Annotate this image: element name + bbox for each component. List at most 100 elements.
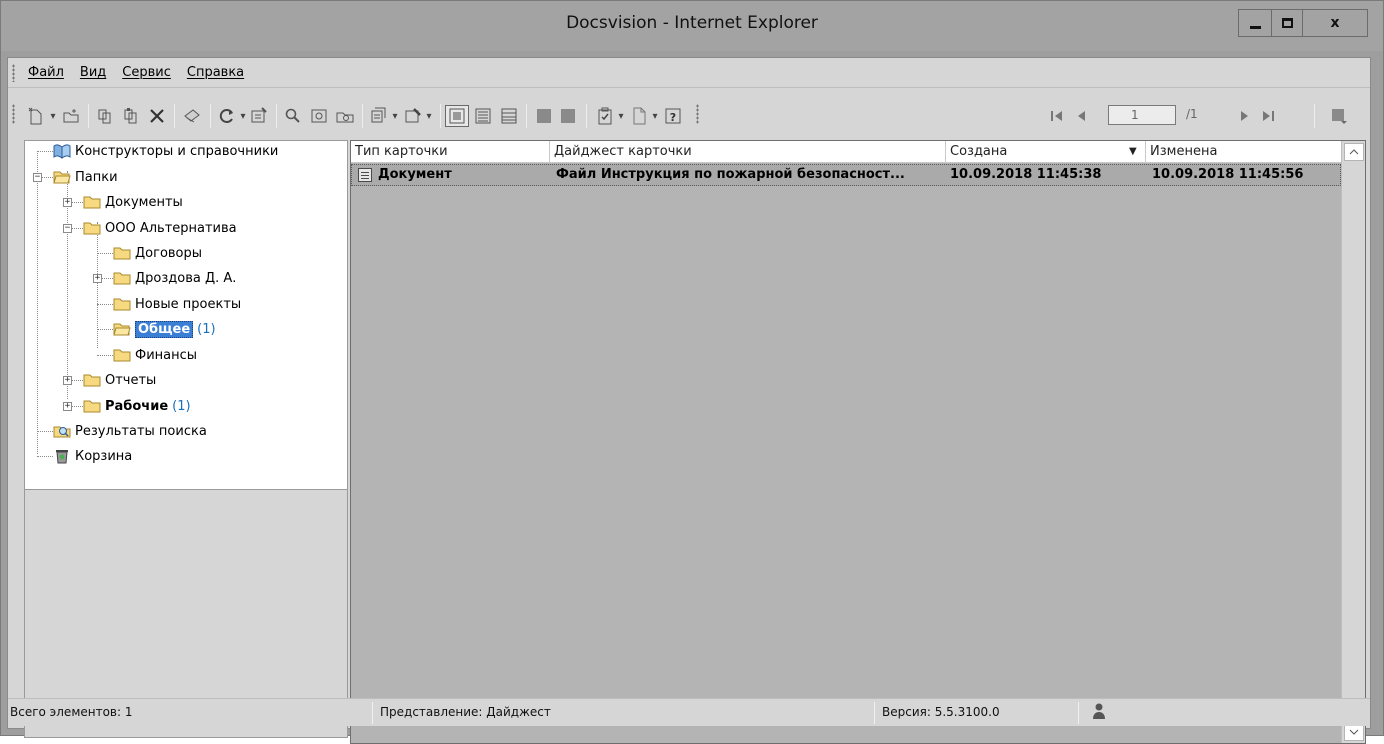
- last-page-button[interactable]: [1258, 106, 1278, 126]
- page-number-input[interactable]: 1: [1108, 105, 1176, 125]
- page-options-button[interactable]: [1328, 106, 1350, 126]
- new-card-icon: [28, 107, 42, 125]
- folder-open-icon: [53, 171, 71, 184]
- vertical-scrollbar[interactable]: [1341, 141, 1365, 743]
- toolbar-separator: [174, 104, 175, 128]
- tree-item-general[interactable]: Общее (1): [113, 319, 216, 339]
- copy-button[interactable]: [94, 106, 116, 126]
- quick-search-button[interactable]: [308, 106, 330, 126]
- new-card-dropdown-icon[interactable]: ▾: [48, 106, 58, 126]
- toolbar-separator: [526, 104, 527, 128]
- toolbar-grip-icon: [12, 104, 15, 124]
- toolbar-separator: [440, 104, 441, 128]
- next-page-icon: [1241, 111, 1248, 121]
- expand-drozdova[interactable]: +: [93, 274, 102, 283]
- search-button[interactable]: [282, 106, 304, 126]
- menu-service[interactable]: Сервис: [122, 65, 171, 80]
- menu-view[interactable]: Вид: [80, 65, 106, 80]
- document-card-icon: [358, 168, 372, 182]
- document-dropdown-icon[interactable]: ▾: [650, 106, 660, 126]
- prev-page-button[interactable]: [1072, 106, 1090, 126]
- task-button[interactable]: [594, 106, 616, 126]
- refresh-dropdown-icon[interactable]: ▾: [238, 106, 248, 126]
- disabled-button-1[interactable]: [534, 106, 554, 126]
- export-button[interactable]: [368, 106, 390, 126]
- column-header-type[interactable]: Тип карточки: [351, 141, 549, 163]
- minimize-icon: [1249, 25, 1261, 29]
- column-header-modified[interactable]: Изменена: [1145, 141, 1341, 163]
- tree-item-documents[interactable]: Документы: [83, 192, 183, 212]
- tree-item-working[interactable]: Рабочие (1): [83, 396, 191, 416]
- document-button[interactable]: [628, 106, 650, 126]
- tools-dropdown-icon[interactable]: ▾: [424, 106, 434, 126]
- search-folder-button[interactable]: [334, 106, 356, 126]
- tree-item-label: Документы: [105, 194, 183, 210]
- tools-button[interactable]: [402, 106, 424, 126]
- tree-item-label: Дроздова Д. А.: [135, 270, 237, 286]
- tree-item-label: Новые проекты: [135, 296, 242, 312]
- status-version: Версия: 5.5.3100.0: [882, 705, 1000, 719]
- maximize-button[interactable]: [1271, 9, 1303, 37]
- tree-item-reports[interactable]: Отчеты: [83, 370, 156, 390]
- column-header-created[interactable]: Создана: [945, 141, 1145, 163]
- toolbar-separator: [362, 104, 363, 128]
- collapse-ooo[interactable]: −: [63, 224, 72, 233]
- tree-item-finance[interactable]: Финансы: [113, 345, 197, 365]
- paste-button[interactable]: [120, 106, 142, 126]
- close-button[interactable]: x: [1302, 9, 1368, 37]
- status-bar: Всего элементов: 1 Представление: Дайдже…: [8, 698, 1370, 726]
- tree-item-label: ООО Альтернатива: [105, 220, 237, 236]
- scroll-up-button[interactable]: [1344, 143, 1364, 161]
- user-icon: [1092, 702, 1106, 723]
- search-folder-icon: [53, 426, 71, 438]
- properties-button[interactable]: [248, 106, 270, 126]
- menu-file[interactable]: Файл: [28, 65, 64, 80]
- tree-item-designers[interactable]: Конструкторы и справочники: [53, 141, 278, 161]
- view-list-button[interactable]: [472, 106, 494, 126]
- svg-text:?: ?: [670, 111, 676, 124]
- table-row[interactable]: Документ Файл Инструкция по пожарной без…: [351, 164, 1341, 186]
- delete-button[interactable]: [146, 106, 168, 126]
- menu-help[interactable]: Справка: [187, 65, 244, 80]
- print-button[interactable]: [180, 106, 204, 126]
- next-page-button[interactable]: [1236, 106, 1254, 126]
- tree-item-drozdova[interactable]: Дроздова Д. А.: [113, 268, 236, 288]
- tree-item-label: Рабочие: [105, 398, 169, 414]
- tree-item-papki[interactable]: Папки: [53, 167, 118, 187]
- view-table-button[interactable]: [498, 106, 520, 126]
- last-page-icon: [1263, 111, 1274, 121]
- new-folder-button[interactable]: [60, 106, 82, 126]
- tree-item-new-projects[interactable]: Новые проекты: [113, 294, 241, 314]
- help-button[interactable]: ?: [662, 106, 684, 126]
- minimize-button[interactable]: [1238, 9, 1272, 37]
- tree-item-search-results[interactable]: Результаты поиска: [53, 421, 207, 441]
- book-icon: [53, 144, 71, 159]
- tree-item-ooo-alternativa[interactable]: ООО Альтернатива: [83, 218, 237, 238]
- expand-documents[interactable]: +: [63, 198, 72, 207]
- disabled-button-2[interactable]: [558, 106, 578, 126]
- first-page-button[interactable]: [1048, 106, 1066, 126]
- status-separator: [372, 702, 373, 724]
- column-header-digest[interactable]: Дайджест карточки: [549, 141, 945, 163]
- tree-item-label: Отчеты: [105, 372, 157, 388]
- view-digest-icon: [449, 108, 465, 124]
- properties-icon: [251, 107, 267, 123]
- tree-item-contracts[interactable]: Договоры: [113, 243, 202, 263]
- expand-working[interactable]: +: [63, 402, 72, 411]
- quick-search-icon: [311, 109, 327, 123]
- toolbar-grip-icon: [696, 104, 699, 124]
- refresh-button[interactable]: [216, 106, 238, 126]
- help-icon: ?: [665, 108, 681, 124]
- print-icon: [184, 109, 200, 123]
- view-digest-button[interactable]: [445, 105, 469, 127]
- new-card-button[interactable]: [26, 106, 46, 126]
- export-dropdown-icon[interactable]: ▾: [390, 106, 400, 126]
- tree-item-recycle-bin[interactable]: Корзина: [53, 446, 132, 466]
- expand-reports[interactable]: +: [63, 376, 72, 385]
- first-page-icon: [1051, 111, 1062, 121]
- task-dropdown-icon[interactable]: ▾: [616, 106, 626, 126]
- collapse-papki[interactable]: −: [33, 173, 42, 182]
- prev-page-icon: [1078, 111, 1085, 121]
- refresh-icon: [219, 109, 233, 123]
- status-separator: [874, 702, 875, 724]
